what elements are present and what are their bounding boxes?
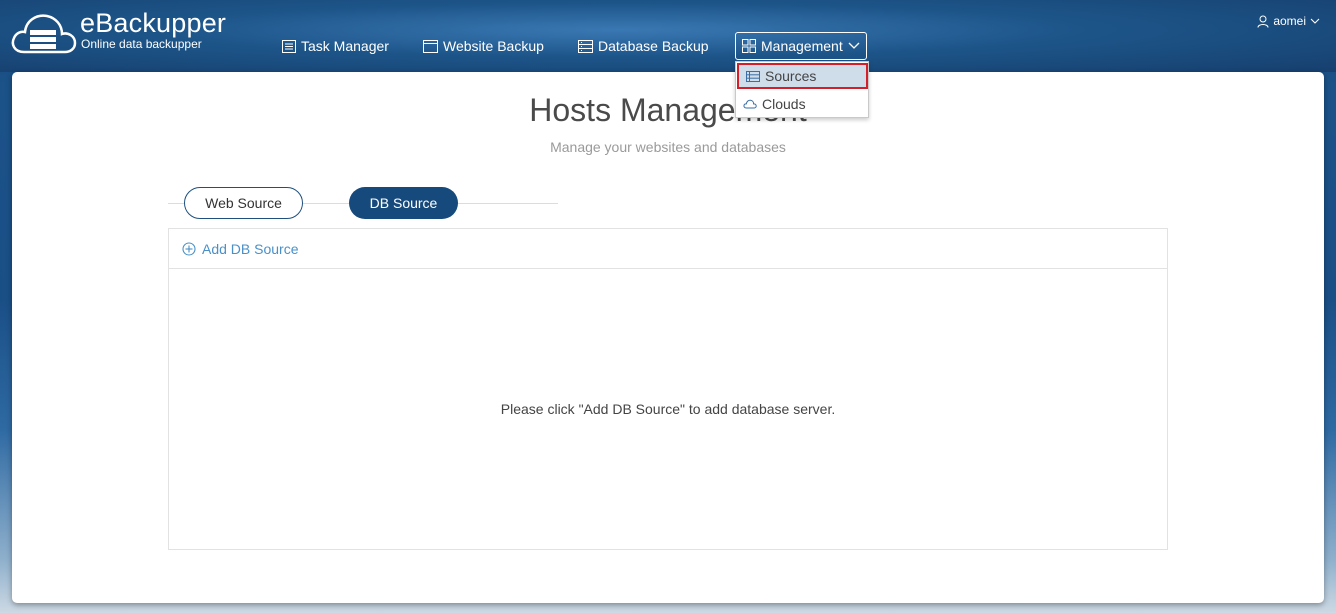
user-icon [1257,15,1269,28]
menu-item-sources-label: Sources [765,68,817,84]
nav-task-manager-label: Task Manager [301,38,389,54]
menu-item-sources[interactable]: Sources [737,63,868,89]
plus-circle-icon [182,241,196,256]
empty-state-message: Please click "Add DB Source" to add data… [500,401,836,417]
cloud-icon [743,99,757,109]
add-db-source-button[interactable]: Add DB Source [182,241,299,257]
nav-website-backup-label: Website Backup [443,38,544,54]
nav-website-backup[interactable]: Website Backup [423,34,544,58]
brand[interactable]: eBackupper Online data backupper [80,8,226,50]
brand-tagline: Online data backupper [81,37,202,51]
user-name: aomei [1273,14,1306,28]
management-dropdown: Sources Clouds [735,61,869,118]
page-title: Hosts Management [529,92,807,128]
chevron-down-icon [1310,18,1320,24]
menu-item-clouds[interactable]: Clouds [736,91,868,117]
nav-database-backup[interactable]: Database Backup [578,34,709,58]
cloud-logo-icon [10,8,80,58]
browser-window-icon [423,39,438,53]
nav-task-manager[interactable]: Task Manager [282,34,389,58]
tab-web-source[interactable]: Web Source [184,187,303,219]
nav-database-backup-label: Database Backup [598,38,709,54]
menu-item-clouds-label: Clouds [762,96,806,112]
nav-management-label: Management [761,38,843,54]
nav-management[interactable]: Management [735,32,867,60]
brand-name: eBackupper [80,8,227,38]
server-list-icon [746,70,760,82]
db-source-panel: Add DB Source Please click "Add DB Sourc… [168,228,1168,550]
grid-icon [742,39,756,53]
chevron-down-icon [848,42,860,49]
list-icon [282,39,296,53]
tab-db-source[interactable]: DB Source [349,187,458,219]
user-menu[interactable]: aomei [1257,14,1320,28]
page-subtitle: Manage your websites and databases [550,139,786,155]
database-list-icon [578,39,593,53]
db-source-toolbar: Add DB Source [169,229,1167,269]
add-db-source-label: Add DB Source [202,240,299,257]
